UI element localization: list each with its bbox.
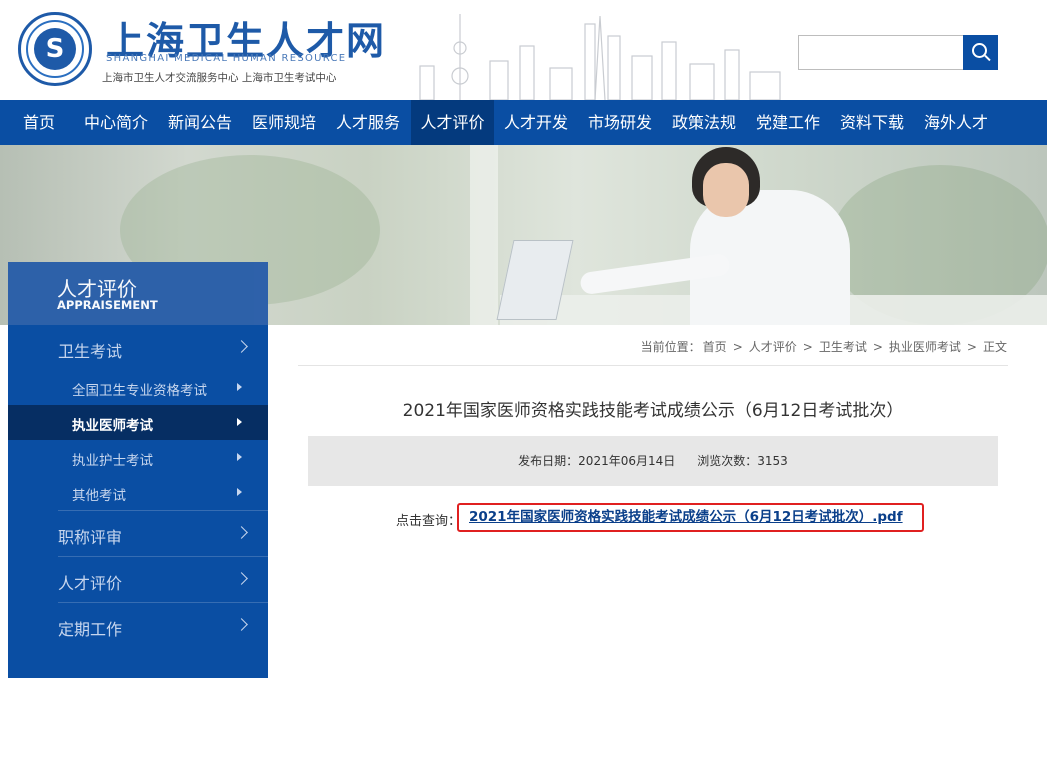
breadcrumb-prefix: 当前位置：	[640, 340, 701, 354]
breadcrumb-health-exam[interactable]: 卫生考试	[819, 340, 867, 354]
search-button[interactable]	[963, 35, 998, 70]
breadcrumb-current: 正文	[982, 340, 1007, 354]
sidebar-item-label: 全国卫生专业资格考试	[72, 383, 207, 399]
search-icon-handle	[984, 54, 991, 62]
article-title: 2021年国家医师资格实践技能考试成绩公示（6月12日考试批次）	[402, 401, 904, 421]
site-subtitle-cn: 上海市卫生人才交流服务中心 上海市卫生考试中心	[102, 72, 337, 84]
sidebar: 人才评价 APPRAISEMENT 卫生考试 全国卫生专业资格考试 执业医师考试…	[8, 262, 268, 678]
nav-item-downloads[interactable]: 资料下载	[832, 100, 912, 145]
caret-right-icon	[237, 418, 242, 426]
caret-right-icon	[237, 453, 242, 461]
nav-item-overseas[interactable]: 海外人才	[916, 100, 996, 145]
nav-item-news[interactable]: 新闻公告	[160, 100, 240, 145]
breadcrumb-home[interactable]: 首页	[703, 340, 727, 354]
nav-item-market-research[interactable]: 市场研发	[580, 100, 660, 145]
site-logo-emblem[interactable]: S	[18, 12, 92, 86]
caret-right-icon	[237, 383, 242, 391]
sidebar-item-label: 职称评审	[58, 528, 123, 547]
banner-window-frame	[470, 145, 498, 325]
chevron-right-icon	[235, 526, 248, 539]
chevron-right-icon	[235, 572, 248, 585]
sidebar-item-national-qualification-exam[interactable]: 全国卫生专业资格考试	[8, 370, 268, 405]
caret-right-icon	[237, 488, 242, 496]
sidebar-item-label: 卫生考试	[58, 342, 123, 361]
sidebar-item-periodic-work[interactable]: 定期工作	[8, 603, 268, 649]
view-count: 3153	[757, 454, 788, 468]
sidebar-item-label: 执业医师考试	[72, 418, 153, 434]
breadcrumb-separator: >	[732, 340, 743, 354]
logo-core: S	[34, 28, 76, 70]
sidebar-item-label: 执业护士考试	[72, 453, 153, 469]
sidebar-item-licensed-physician-exam[interactable]: 执业医师考试	[8, 405, 268, 440]
city-skyline-graphic	[419, 14, 781, 100]
breadcrumb-separator: >	[966, 340, 977, 354]
sidebar-item-talent-appraisal[interactable]: 人才评价	[8, 557, 268, 603]
sidebar-header: 人才评价 APPRAISEMENT	[8, 262, 268, 325]
banner-doctor-face	[703, 163, 749, 217]
sidebar-item-other-exams[interactable]: 其他考试	[8, 475, 268, 510]
search-input[interactable]	[798, 35, 964, 70]
nav-item-about[interactable]: 中心简介	[76, 100, 156, 145]
sidebar-item-health-exam[interactable]: 卫生考试	[8, 325, 268, 371]
chevron-right-icon	[235, 618, 248, 631]
nav-item-talent-development[interactable]: 人才开发	[496, 100, 576, 145]
site-header: S 上海卫生人才网 SHANGHAI MEDICAL HUMAN RESOURC…	[0, 0, 1047, 100]
breadcrumb-talent-appraisal[interactable]: 人才评价	[749, 340, 797, 354]
query-label: 点击查询：	[396, 514, 462, 529]
breadcrumb-physician-exam[interactable]: 执业医师考试	[889, 340, 961, 354]
sidebar-item-label: 人才评价	[58, 574, 123, 593]
nav-item-talent-appraisal[interactable]: 人才评价	[411, 100, 494, 145]
chevron-right-icon	[235, 340, 248, 353]
pdf-download-link[interactable]: 2021年国家医师资格实践技能考试成绩公示（6月12日考试批次）.pdf	[457, 503, 924, 532]
nav-item-party-building[interactable]: 党建工作	[748, 100, 828, 145]
sidebar-item-label: 其他考试	[72, 488, 126, 504]
sidebar-item-title-review[interactable]: 职称评审	[8, 511, 268, 557]
publish-date-label: 发布日期：	[518, 454, 579, 468]
nav-item-talent-service[interactable]: 人才服务	[328, 100, 408, 145]
nav-item-residency[interactable]: 医师规培	[244, 100, 324, 145]
sidebar-item-licensed-nurse-exam[interactable]: 执业护士考试	[8, 440, 268, 475]
breadcrumb-separator: >	[872, 340, 883, 354]
site-subtitle-en: SHANGHAI MEDICAL HUMAN RESOURCE	[106, 53, 347, 64]
nav-item-home[interactable]: 首页	[10, 100, 68, 145]
article-meta: 发布日期：2021年06月14日 浏览次数：3153	[308, 436, 998, 486]
nav-item-policy[interactable]: 政策法规	[664, 100, 744, 145]
sidebar-item-label: 定期工作	[58, 620, 123, 639]
breadcrumb: 当前位置： 首页 > 人才评价 > 卫生考试 > 执业医师考试 > 正文	[640, 338, 1008, 355]
breadcrumb-separator: >	[802, 340, 813, 354]
sidebar-subtitle: APPRAISEMENT	[57, 298, 158, 312]
main-nav: 首页 中心简介 新闻公告 医师规培 人才服务 人才评价 人才开发 市场研发 政策…	[0, 100, 1047, 145]
publish-date: 2021年06月14日	[578, 454, 676, 468]
view-count-label: 浏览次数：	[697, 454, 758, 468]
content-divider	[298, 365, 1008, 366]
